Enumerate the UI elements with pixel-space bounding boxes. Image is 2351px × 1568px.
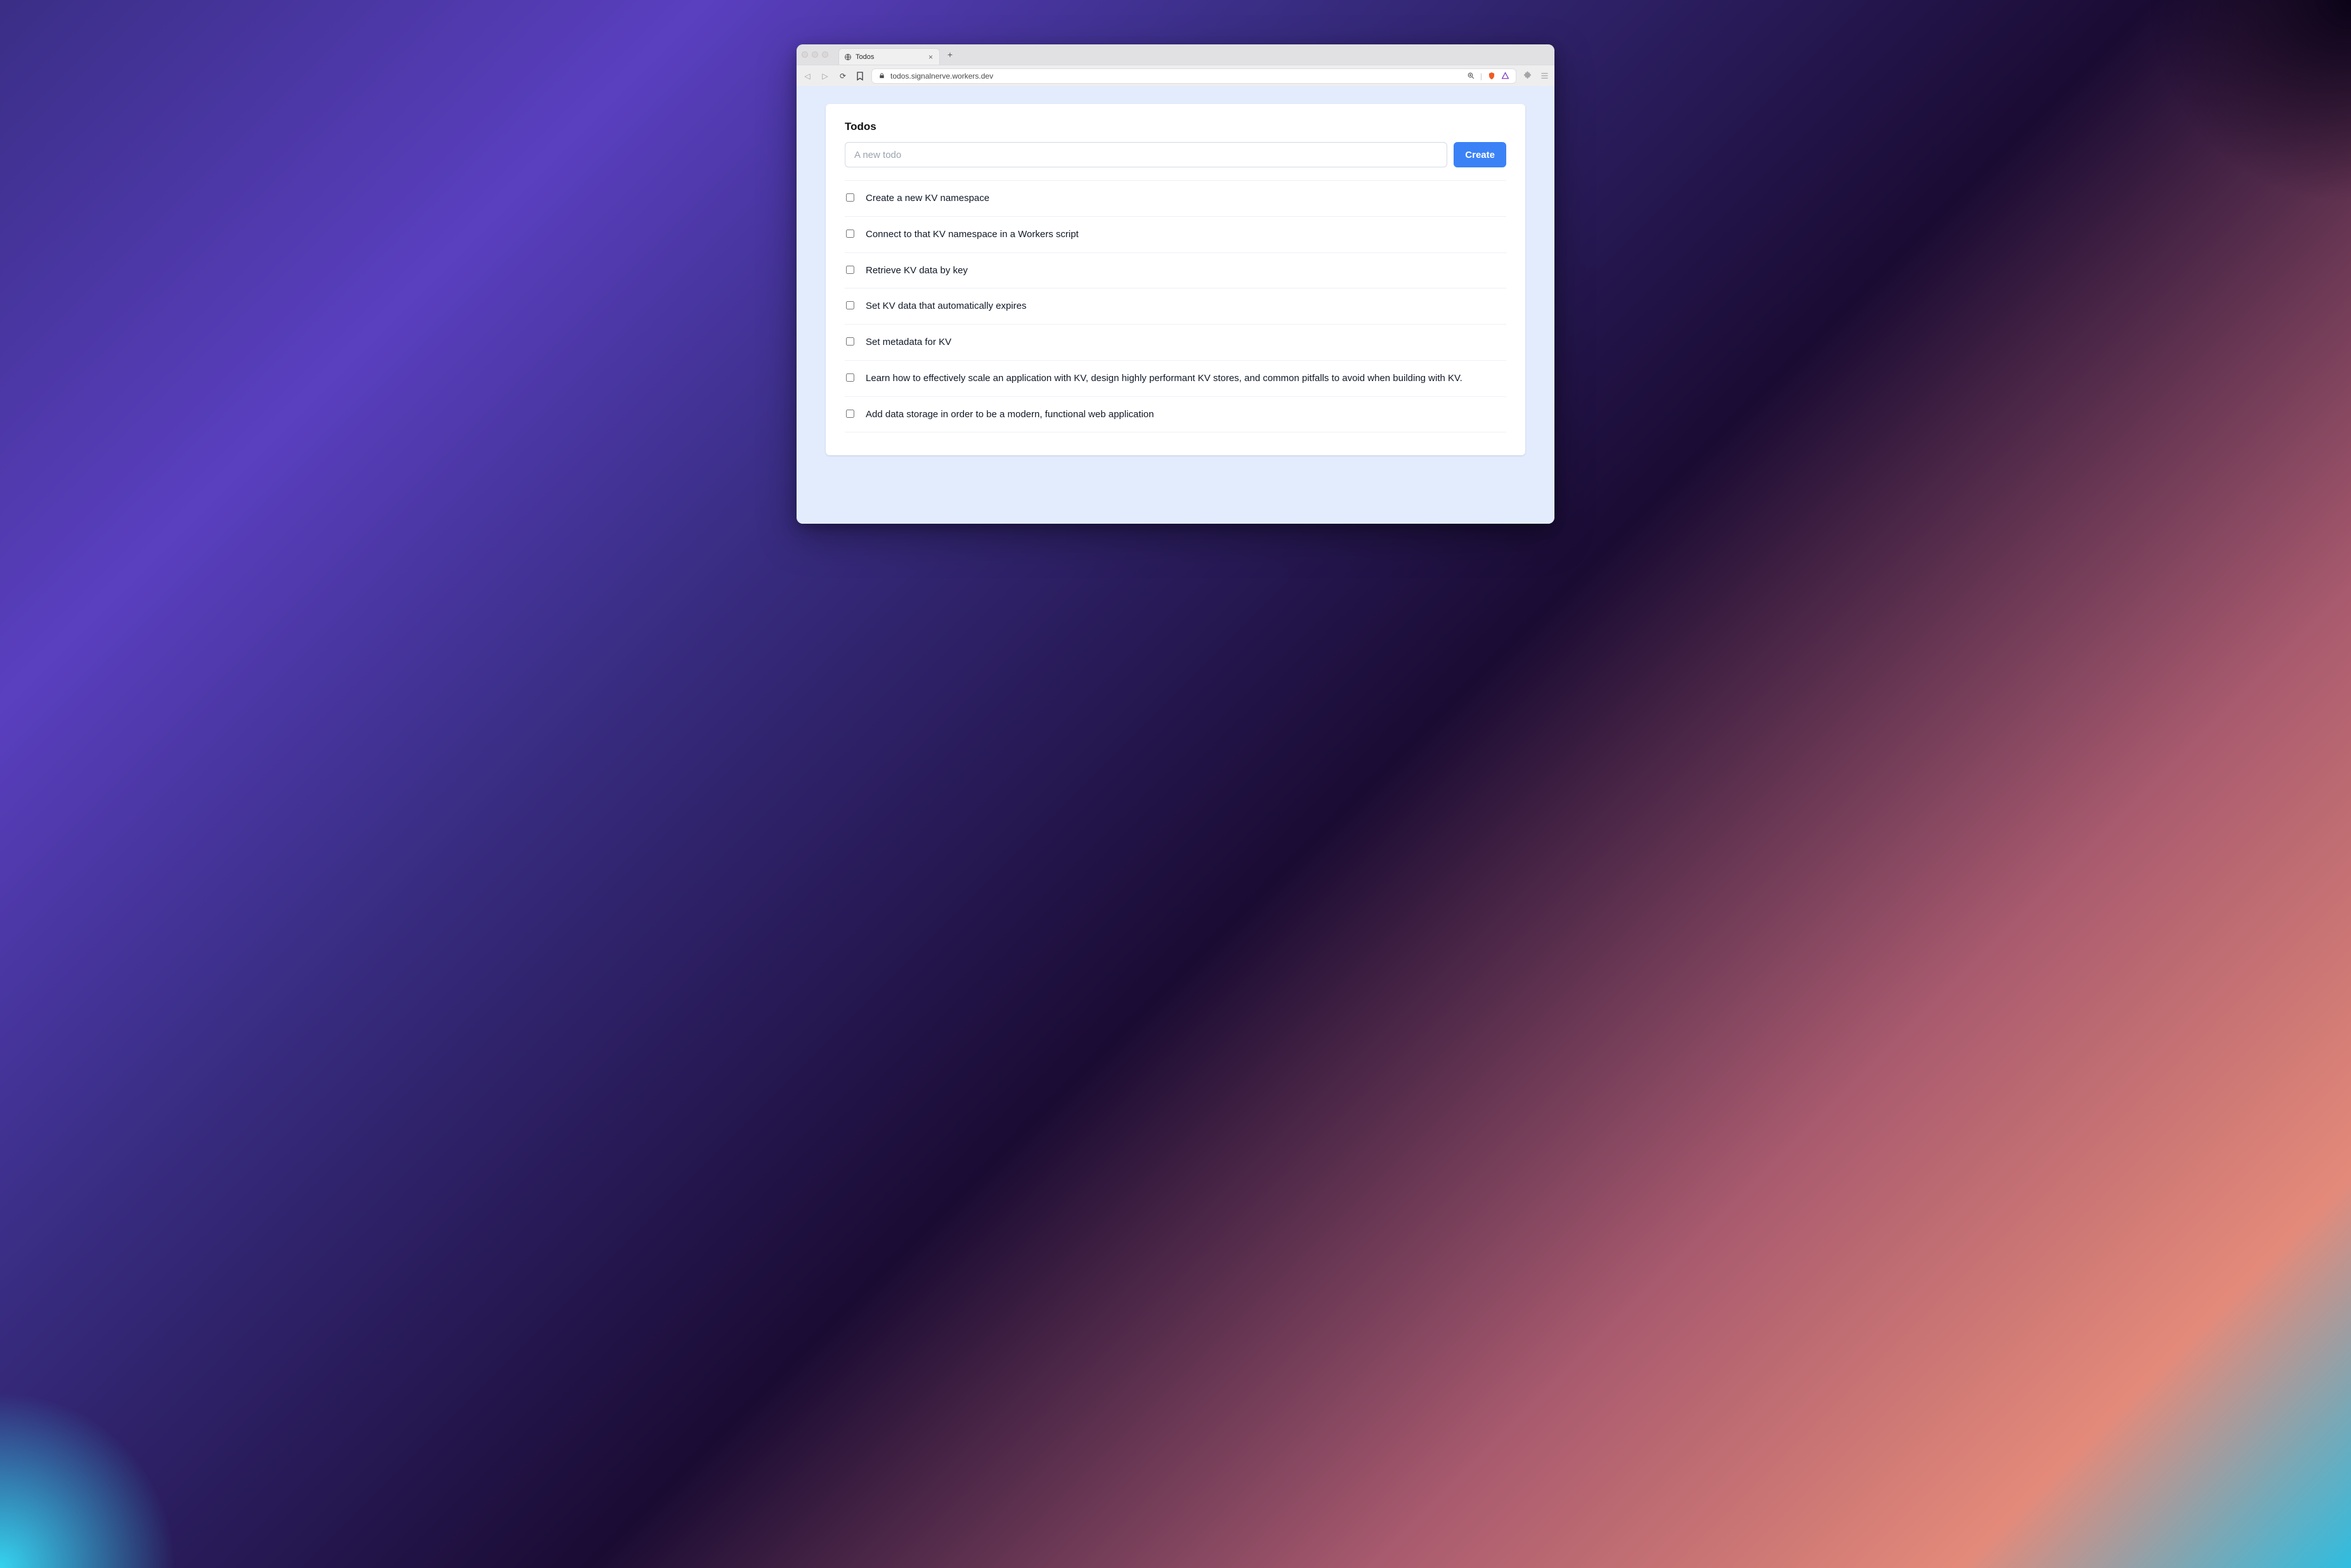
page-title: Todos bbox=[845, 120, 1506, 133]
todos-list: Create a new KV namespace Connect to that… bbox=[845, 180, 1506, 432]
todo-row: Retrieve KV data by key bbox=[845, 253, 1506, 289]
new-todo-row: Create bbox=[845, 142, 1506, 167]
todo-checkbox[interactable] bbox=[846, 410, 854, 418]
bookmark-icon[interactable] bbox=[855, 71, 865, 81]
create-button[interactable]: Create bbox=[1454, 142, 1506, 167]
close-icon[interactable]: × bbox=[927, 52, 934, 62]
new-tab-button[interactable]: + bbox=[944, 48, 956, 61]
new-todo-input[interactable] bbox=[845, 142, 1447, 167]
forward-button[interactable]: ▷ bbox=[819, 72, 831, 81]
todo-text: Set KV data that automatically expires bbox=[866, 299, 1505, 313]
extensions-icon[interactable] bbox=[1523, 71, 1532, 81]
window-controls bbox=[802, 51, 828, 58]
todo-row: Set KV data that automatically expires bbox=[845, 288, 1506, 325]
menu-icon[interactable] bbox=[1540, 71, 1549, 81]
zoom-icon[interactable] bbox=[1467, 72, 1475, 80]
todo-checkbox[interactable] bbox=[846, 337, 854, 346]
todo-text: Set metadata for KV bbox=[866, 335, 1505, 349]
address-bar[interactable]: todos.signalnerve.workers.dev | bbox=[871, 68, 1516, 84]
browser-tab[interactable]: Todos × bbox=[838, 48, 940, 65]
reload-button[interactable]: ⟳ bbox=[837, 72, 849, 81]
traffic-zoom[interactable] bbox=[822, 51, 828, 58]
todo-row: Add data storage in order to be a modern… bbox=[845, 397, 1506, 433]
todos-card: Todos Create Create a new KV namespace Co… bbox=[826, 104, 1525, 455]
lock-icon bbox=[878, 72, 885, 79]
todo-row: Connect to that KV namespace in a Worker… bbox=[845, 217, 1506, 253]
todo-text: Learn how to effectively scale an applic… bbox=[866, 372, 1505, 386]
todo-text: Create a new KV namespace bbox=[866, 191, 1505, 205]
traffic-minimize[interactable] bbox=[812, 51, 818, 58]
brave-shield-icon[interactable] bbox=[1487, 72, 1496, 81]
page-viewport: Todos Create Create a new KV namespace Co… bbox=[797, 86, 1554, 524]
globe-icon bbox=[844, 53, 852, 61]
todo-text: Connect to that KV namespace in a Worker… bbox=[866, 228, 1505, 242]
bat-icon[interactable] bbox=[1501, 72, 1509, 80]
todo-row: Learn how to effectively scale an applic… bbox=[845, 361, 1506, 397]
browser-window: Todos × + ◁ ▷ ⟳ todos.signalnerve.worker… bbox=[797, 44, 1554, 524]
todo-text: Retrieve KV data by key bbox=[866, 264, 1505, 278]
todo-checkbox[interactable] bbox=[846, 230, 854, 238]
separator: | bbox=[1480, 72, 1482, 81]
tab-strip: Todos × + bbox=[797, 44, 1554, 65]
todo-checkbox[interactable] bbox=[846, 301, 854, 309]
back-button[interactable]: ◁ bbox=[802, 72, 813, 81]
todo-checkbox[interactable] bbox=[846, 193, 854, 202]
traffic-close[interactable] bbox=[802, 51, 808, 58]
todo-row: Set metadata for KV bbox=[845, 325, 1506, 361]
browser-toolbar: ◁ ▷ ⟳ todos.signalnerve.workers.dev | bbox=[797, 65, 1554, 86]
todo-checkbox[interactable] bbox=[846, 373, 854, 382]
tab-title: Todos bbox=[856, 53, 923, 61]
url-text: todos.signalnerve.workers.dev bbox=[890, 72, 1462, 81]
todo-checkbox[interactable] bbox=[846, 266, 854, 274]
todo-row: Create a new KV namespace bbox=[845, 181, 1506, 217]
todo-text: Add data storage in order to be a modern… bbox=[866, 408, 1505, 422]
